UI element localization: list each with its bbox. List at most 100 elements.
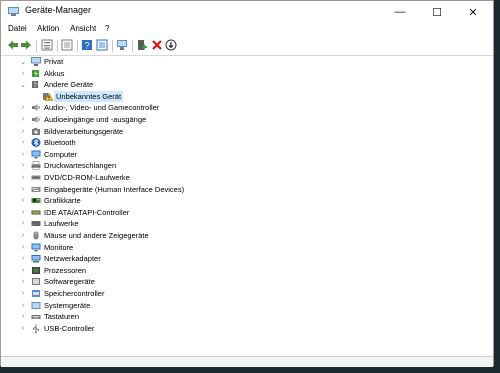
keyboard-icon — [31, 315, 41, 320]
tree-item-systemgeraete[interactable]: › Systemgeräte — [19, 300, 90, 311]
tree-item-label: Systemgeräte — [44, 300, 91, 310]
menu-bar: Datei Aktion Ansicht ? — [1, 23, 493, 37]
scan-hardware-icon[interactable] — [116, 39, 128, 51]
chevron-right-icon[interactable]: › — [19, 311, 27, 322]
device-manager-window: Geräte-Manager — ☐ ✕ Datei Aktion Ansich… — [0, 0, 494, 367]
tree-item-speichercontroller[interactable]: › Speichercontroller — [19, 288, 105, 299]
tree-item-label: Audio-, Video- und Gamecontroller — [44, 103, 160, 113]
software-device-icon — [32, 278, 40, 286]
chevron-right-icon[interactable]: › — [19, 276, 27, 287]
chevron-right-icon[interactable]: › — [19, 323, 27, 334]
chevron-right-icon[interactable]: › — [19, 126, 27, 137]
chevron-right-icon[interactable]: › — [19, 195, 27, 206]
device-tree-view-icon[interactable] — [41, 39, 53, 51]
menu-file[interactable]: Datei — [8, 24, 27, 33]
tree-item-audioeingaenge-und-ausgaenge[interactable]: › Audioeingänge und -ausgänge — [19, 114, 146, 125]
forward-arrow-icon[interactable] — [20, 39, 32, 51]
minimize-button[interactable]: — — [384, 1, 416, 23]
tree-item-tastaturen[interactable]: › Tastaturen — [19, 311, 79, 322]
chevron-right-icon[interactable]: › — [19, 68, 27, 79]
usb-icon — [33, 324, 39, 333]
chevron-right-icon[interactable]: › — [19, 253, 27, 264]
window-title: Geräte-Manager — [25, 5, 92, 15]
chevron-right-icon[interactable]: › — [19, 242, 27, 253]
chevron-right-icon[interactable]: › — [19, 184, 27, 195]
tree-item-monitore[interactable]: › Monitore — [19, 242, 73, 253]
tree-item-label: Prozessoren — [44, 265, 87, 275]
tree-item-bildverarbeitungsgeraete[interactable]: › Bildverarbeitungsgeräte — [19, 126, 123, 137]
network-adapter-icon — [31, 255, 41, 263]
tree-item-andere-geraete[interactable]: ⌄? Andere Geräte — [19, 79, 93, 90]
tree-item-prozessoren[interactable]: › Prozessoren — [19, 265, 86, 276]
chevron-right-icon[interactable]: › — [19, 230, 27, 241]
tree-item-ide-ata-atapi-controller[interactable]: › IDE ATA/ATAPI-Controller — [19, 207, 129, 218]
menu-view[interactable]: Ansicht — [70, 24, 96, 33]
chevron-down-icon[interactable]: ⌄ — [19, 79, 27, 90]
chevron-right-icon[interactable]: › — [19, 114, 27, 125]
chevron-right-icon[interactable]: › — [19, 207, 27, 218]
toolbar-separator — [57, 40, 58, 52]
action-panel-icon[interactable] — [96, 39, 108, 51]
chevron-right-icon[interactable]: › — [19, 218, 27, 229]
hid-icon — [31, 186, 41, 192]
tree-item-grafikkarte[interactable]: › Grafikkarte — [19, 195, 81, 206]
tree-item-maeuse-und-andere-zeigegeraete[interactable]: › Mäuse und andere Zeigegeräte — [19, 230, 149, 241]
tree-item-usb-controller[interactable]: › USB-Controller — [19, 323, 94, 334]
chevron-right-icon[interactable]: › — [19, 137, 27, 148]
update-driver-icon[interactable] — [136, 39, 148, 51]
tree-item-eingabegeraete-human-interface-devices[interactable]: › Eingabegeräte (Human Interface Devices) — [19, 184, 184, 195]
toolbar-separator — [36, 40, 37, 52]
menu-action[interactable]: Aktion — [37, 24, 59, 33]
chevron-right-icon[interactable]: › — [19, 149, 27, 160]
unknown-device-warning-icon — [43, 92, 53, 101]
tree-item-audio-video-und-gamecontroller[interactable]: › Audio-, Video- und Gamecontroller — [19, 102, 160, 113]
tree-item-label: Monitore — [44, 242, 74, 252]
chevron-right-icon[interactable]: › — [19, 172, 27, 183]
tree-item-label: Tastaturen — [44, 312, 80, 322]
tree-item-bluetooth[interactable]: › Bluetooth — [19, 137, 76, 148]
tree-item-label: Computer — [44, 149, 77, 159]
toolbar-separator — [112, 40, 113, 52]
chevron-right-icon[interactable]: › — [19, 265, 27, 276]
back-arrow-icon[interactable] — [7, 39, 19, 51]
mouse-icon — [33, 231, 39, 240]
tree-item-label: Audioeingänge und -ausgänge — [44, 115, 147, 124]
tree-item-label: Bildverarbeitungsgeräte — [44, 126, 124, 136]
tree-item-label: Speichercontroller — [44, 289, 105, 298]
tree-item-dvd-cd-rom-laufwerke[interactable]: › DVD/CD-ROM-Laufwerke — [19, 172, 130, 183]
tree-root-privat[interactable]: ⌄ Privat — [19, 56, 63, 67]
toolbar: ? — [1, 37, 493, 56]
tree-item-label: DVD/CD-ROM-Laufwerke — [44, 173, 130, 182]
toolbar-separator — [132, 40, 133, 52]
battery-icon — [32, 69, 39, 77]
help-icon[interactable]: ? — [81, 39, 93, 51]
tree-item-label: IDE ATA/ATAPI-Controller — [44, 207, 130, 217]
uninstall-device-icon[interactable] — [151, 39, 163, 51]
storage-controller-icon — [32, 290, 40, 297]
status-bar — [1, 356, 493, 367]
printer-icon — [31, 161, 41, 171]
tree-item-softwaregeraete[interactable]: › Softwaregeräte — [19, 276, 95, 287]
chevron-right-icon[interactable]: › — [19, 102, 27, 113]
toolbar-separator — [77, 40, 78, 52]
properties-icon[interactable] — [61, 39, 73, 51]
menu-help[interactable]: ? — [105, 24, 109, 33]
chevron-right-icon[interactable]: › — [19, 300, 27, 311]
device-tree: ⌄ Privat › Akkus ⌄? Andere Geräte Unbekanntes … — [1, 56, 493, 356]
maximize-button[interactable]: ☐ — [421, 1, 453, 23]
ide-controller-icon — [31, 210, 41, 215]
chevron-right-icon[interactable]: › — [19, 288, 27, 299]
tree-item-label: Akkus — [44, 68, 65, 78]
tree-item-netzwerkadapter[interactable]: › Netzwerkadapter — [19, 253, 101, 264]
chevron-right-icon[interactable]: › — [19, 160, 27, 171]
tree-item-laufwerke[interactable]: › Laufwerke — [19, 218, 79, 229]
tree-item-unbekanntes-geraet[interactable]: Unbekanntes Gerät — [31, 90, 124, 102]
tree-item-computer[interactable]: › Computer — [19, 149, 77, 160]
disable-device-icon[interactable] — [165, 39, 177, 51]
tree-item-druckwarteschlangen[interactable]: › Druckwarteschlangen — [19, 160, 116, 171]
close-button[interactable]: ✕ — [457, 1, 489, 23]
tree-item-akkus[interactable]: › Akkus — [19, 68, 65, 79]
camera-icon — [32, 127, 40, 135]
chevron-down-icon[interactable]: ⌄ — [19, 56, 27, 67]
